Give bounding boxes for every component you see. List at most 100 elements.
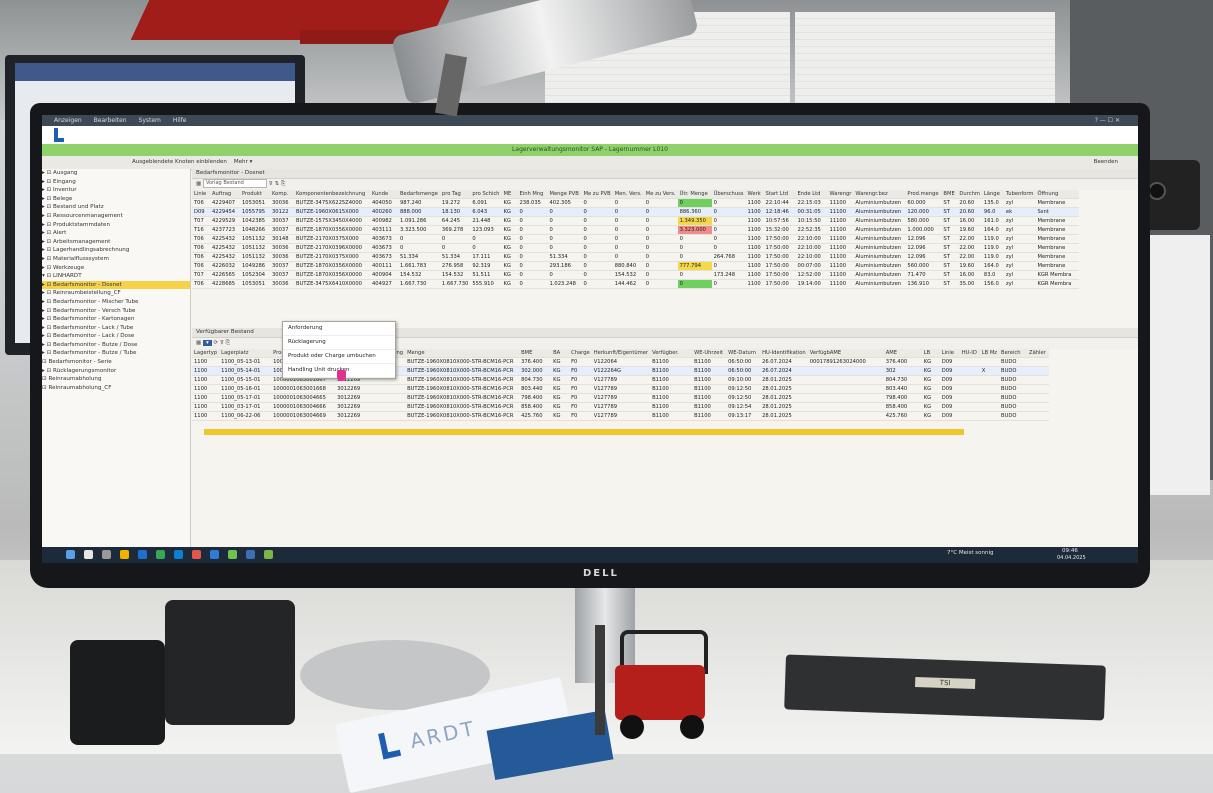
nav-item[interactable]: ▸ ⊡ Ressourcenmanagement xyxy=(42,212,190,221)
column-header[interactable]: VerfügbAME xyxy=(807,349,884,358)
column-header[interactable]: Start Ltd xyxy=(763,190,796,199)
more-button[interactable]: Mehr xyxy=(234,159,248,165)
export-icon[interactable]: ⎘ xyxy=(226,340,230,346)
column-header[interactable]: Auftrag xyxy=(210,190,240,199)
column-header[interactable]: Ende Ltd xyxy=(795,190,828,199)
column-header[interactable]: LB xyxy=(921,349,940,358)
nav-item[interactable]: ▸ ⊡ Bestand und Platz xyxy=(42,203,190,212)
menu-item-hilfe[interactable]: Hilfe xyxy=(173,117,187,124)
column-header[interactable]: Linie xyxy=(939,349,960,358)
search-icon[interactable] xyxy=(84,550,93,559)
explorer-icon[interactable] xyxy=(120,550,129,559)
nav-item[interactable]: ▸ ⊡ Lagerhandlingsabrechnung xyxy=(42,246,190,255)
column-header[interactable]: pro Tag xyxy=(439,190,471,199)
nav-item[interactable]: ▸ ⊡ Reinraumbeistellung_CF xyxy=(42,289,190,298)
nav-item[interactable]: ▸ ⊡ Bedarfsmonitor - Lack / Tube xyxy=(42,324,190,333)
column-header[interactable]: Tubenform xyxy=(1003,190,1036,199)
nav-item[interactable]: ▸ ⊡ Bedarfsmonitor - Butze / Tube xyxy=(42,349,190,358)
menu-item-bearbeiten[interactable]: Bearbeiten xyxy=(94,117,127,124)
column-header[interactable]: LB Mz xyxy=(979,349,1000,358)
column-header[interactable]: pro Schich xyxy=(470,190,502,199)
column-header[interactable]: Me zu Vers. xyxy=(643,190,678,199)
nav-item[interactable]: ▸ ⊡ Ausgang xyxy=(42,169,190,178)
column-header[interactable]: HU-Identifikation xyxy=(760,349,808,358)
table-row[interactable]: T07 4226565 1052304 30037 BUTZE-1870X0356X00… xyxy=(192,270,1080,280)
column-header[interactable]: BME xyxy=(519,349,552,358)
nav-item[interactable]: ▸ ⊡ Werkzeuge xyxy=(42,264,190,273)
menu-item-system[interactable]: System xyxy=(139,117,161,124)
nav-item[interactable]: ⊡ Reinraumabholung xyxy=(42,375,190,384)
layout-icon[interactable]: ▦ xyxy=(196,340,201,346)
column-header[interactable]: Komp. xyxy=(270,190,294,199)
nav-item[interactable]: ▸ ⊡ Rücklagerungsmonitor xyxy=(42,367,190,376)
column-header[interactable]: Öffnung xyxy=(1035,190,1080,199)
word-icon[interactable] xyxy=(246,550,255,559)
chrome-icon[interactable] xyxy=(192,550,201,559)
teams-icon[interactable] xyxy=(210,550,219,559)
column-header[interactable]: Warengr.bez xyxy=(853,190,906,199)
excel-icon[interactable] xyxy=(264,550,273,559)
column-header[interactable]: Menge xyxy=(405,349,520,358)
column-header[interactable]: Zähler xyxy=(1027,349,1050,358)
table-row[interactable]: 1100 1100_03-17-01 1000001063004666 3012269… xyxy=(192,402,1050,412)
column-header[interactable]: HU-ID xyxy=(959,349,980,358)
column-header[interactable]: ME xyxy=(501,190,518,199)
edge-icon[interactable] xyxy=(174,550,183,559)
layout-icon[interactable]: ▦ xyxy=(196,181,201,187)
column-header[interactable]: Menge PVB xyxy=(547,190,582,199)
table-row[interactable]: T06 4229407 1053051 30036 BUTZE-3475X6225Z40… xyxy=(192,198,1080,208)
column-header[interactable]: Lagertyp xyxy=(192,349,220,358)
nav-item[interactable]: ▸ ⊡ Arbeitsmanagement xyxy=(42,238,190,247)
filter-icon[interactable]: ⊽ xyxy=(220,340,224,346)
table-row[interactable]: 1100 1100_05-17-01 1000001063004665 3012269… xyxy=(192,393,1050,403)
column-header[interactable]: BA xyxy=(551,349,570,358)
column-header[interactable]: Bereich xyxy=(999,349,1028,358)
table-row[interactable]: T16 4237723 1048266 30037 BUTZE-1870X0356X00… xyxy=(192,225,1080,235)
nav-item[interactable]: ▸ ⊡ Inventur xyxy=(42,186,190,195)
nav-item[interactable]: ▸ ⊡ Materialflusssystem xyxy=(42,255,190,264)
column-header[interactable]: Überschuss xyxy=(711,190,746,199)
table-row[interactable]: D09 4229454 1055795 30122 BUTZE-1960X0615X00… xyxy=(192,207,1080,217)
column-header[interactable]: Bedarfsmenge xyxy=(398,190,440,199)
context-item-ruecklagerung[interactable]: Rücklagerung xyxy=(283,336,395,350)
nav-item[interactable]: ▸ ⊡ Bedarfsmonitor - Mischer Tube xyxy=(42,298,190,307)
outlook-icon[interactable] xyxy=(138,550,147,559)
column-header[interactable]: Me zu PVB xyxy=(581,190,613,199)
column-header[interactable]: Men. Vers. xyxy=(612,190,644,199)
context-item-anforderung[interactable]: Anforderung xyxy=(283,322,395,336)
clock-date[interactable]: 04.04.2025 xyxy=(1057,555,1086,561)
column-header[interactable]: Ütr. Menge xyxy=(677,190,712,199)
column-header[interactable]: Einh Mng xyxy=(517,190,548,199)
table-row[interactable]: T06 4225432 1051132 30036 BUTZE-2170X0396X00… xyxy=(192,243,1080,253)
nav-item[interactable]: ▸ ⊡ Eingang xyxy=(42,178,190,187)
column-header[interactable]: Produkt xyxy=(240,190,270,199)
nav-item[interactable]: ▸ ⊡ Bedarfsmonitor - Lack / Dose xyxy=(42,332,190,341)
sort-icon[interactable]: ⇅ xyxy=(274,181,279,187)
task-view-icon[interactable] xyxy=(102,550,111,559)
column-header[interactable]: AME xyxy=(883,349,922,358)
column-header[interactable]: Charge xyxy=(569,349,592,358)
nav-item[interactable]: ▸ ⊡ Bedarfsmonitor - Kartonagen xyxy=(42,315,190,324)
column-header[interactable]: Verfügber. xyxy=(650,349,693,358)
variant-field[interactable]: Vorlag Bestand xyxy=(202,179,267,188)
column-header[interactable]: Länge xyxy=(981,190,1004,199)
app-icon[interactable] xyxy=(156,550,165,559)
window-controls[interactable]: ? — ☐ ✕ xyxy=(1095,115,1120,126)
nav-item[interactable]: ▾ ⊡ LINHARDT xyxy=(42,272,190,281)
nav-item[interactable]: ⊡ Bedarfsmonitor - Serie xyxy=(42,358,190,367)
column-header[interactable]: Werk xyxy=(745,190,764,199)
nav-item[interactable]: ▸ ⊡ Produktstammdaten xyxy=(42,221,190,230)
table-row[interactable]: 1100 1100_05-16-01 1000001063001668 3012269… xyxy=(192,384,1050,394)
nav-item[interactable]: ▸ ⊡ Bedarfsmonitor - Versch Tube xyxy=(42,307,190,316)
nav-item[interactable]: ▸ ⊡ Bedarfsmonitor - Dosnet xyxy=(42,280,190,290)
nav-item[interactable]: ▸ ⊡ Alert xyxy=(42,229,190,238)
filter-icon[interactable]: ⊽ xyxy=(269,181,273,187)
table-row[interactable]: T06 4225432 1051132 30148 BUTZE-2170X0375X00… xyxy=(192,234,1080,244)
column-header[interactable]: WE-Uhrzeit xyxy=(692,349,727,358)
column-header[interactable]: Warengr xyxy=(827,190,854,199)
column-header[interactable]: WE-Datum xyxy=(726,349,761,358)
dropdown-button[interactable]: ▾ xyxy=(202,340,212,346)
column-header[interactable]: BME xyxy=(941,190,958,199)
start-icon[interactable] xyxy=(66,550,75,559)
table-row[interactable]: T06 4226032 1049286 30037 BUTZE-1870X0356X00… xyxy=(192,261,1080,271)
